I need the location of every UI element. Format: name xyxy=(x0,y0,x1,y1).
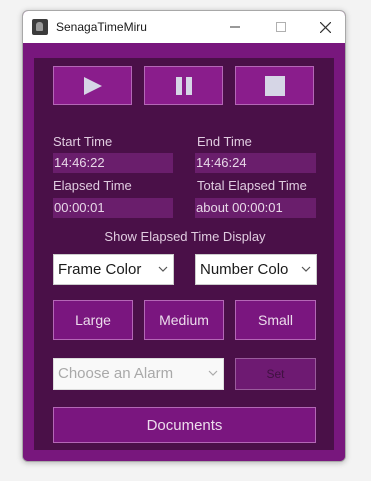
minimize-icon xyxy=(230,26,240,28)
end-time-field: 14:46:24 xyxy=(195,153,316,173)
frame-color-value: Frame Color xyxy=(58,261,142,278)
set-alarm-button[interactable]: Set xyxy=(235,358,316,390)
chevron-down-icon xyxy=(158,266,168,272)
chevron-down-icon xyxy=(208,370,218,376)
chevron-down-icon xyxy=(301,266,311,272)
small-button[interactable]: Small xyxy=(235,300,316,340)
number-color-select[interactable]: Number Colo xyxy=(195,254,317,285)
stop-icon xyxy=(264,75,285,96)
stop-button[interactable] xyxy=(235,66,314,105)
start-time-field: 14:46:22 xyxy=(53,153,173,173)
large-button[interactable]: Large xyxy=(53,300,133,340)
total-elapsed-time-field: about 00:00:01 xyxy=(195,198,316,218)
number-color-value: Number Colo xyxy=(200,261,289,278)
display-section-label: Show Elapsed Time Display xyxy=(104,229,266,244)
elapsed-time-label: Elapsed Time xyxy=(53,178,132,193)
total-elapsed-time-label: Total Elapsed Time xyxy=(197,178,307,193)
alarm-placeholder: Choose an Alarm xyxy=(58,365,174,382)
elapsed-time-field: 00:00:01 xyxy=(53,198,173,218)
maximize-button[interactable] xyxy=(261,15,301,39)
play-icon xyxy=(83,76,102,95)
documents-button[interactable]: Documents xyxy=(53,407,316,443)
close-button[interactable] xyxy=(305,15,345,39)
maximize-icon xyxy=(276,22,286,32)
title-bar[interactable]: SenagaTimeMiru xyxy=(23,11,345,43)
close-icon xyxy=(319,21,331,33)
minimize-button[interactable] xyxy=(215,15,255,39)
window-title: SenagaTimeMiru xyxy=(56,20,147,34)
pause-button[interactable] xyxy=(144,66,223,105)
alarm-select[interactable]: Choose an Alarm xyxy=(53,358,224,390)
client-area: Start Time End Time 14:46:22 14:46:24 El… xyxy=(23,43,345,461)
app-window: SenagaTimeMiru Start Time End Time 14:46… xyxy=(22,10,346,462)
app-icon xyxy=(32,19,48,35)
start-time-label: Start Time xyxy=(53,134,113,149)
play-button[interactable] xyxy=(53,66,132,105)
medium-button[interactable]: Medium xyxy=(144,300,224,340)
end-time-label: End Time xyxy=(197,134,252,149)
pause-icon xyxy=(175,76,192,95)
frame-color-select[interactable]: Frame Color xyxy=(53,254,174,285)
